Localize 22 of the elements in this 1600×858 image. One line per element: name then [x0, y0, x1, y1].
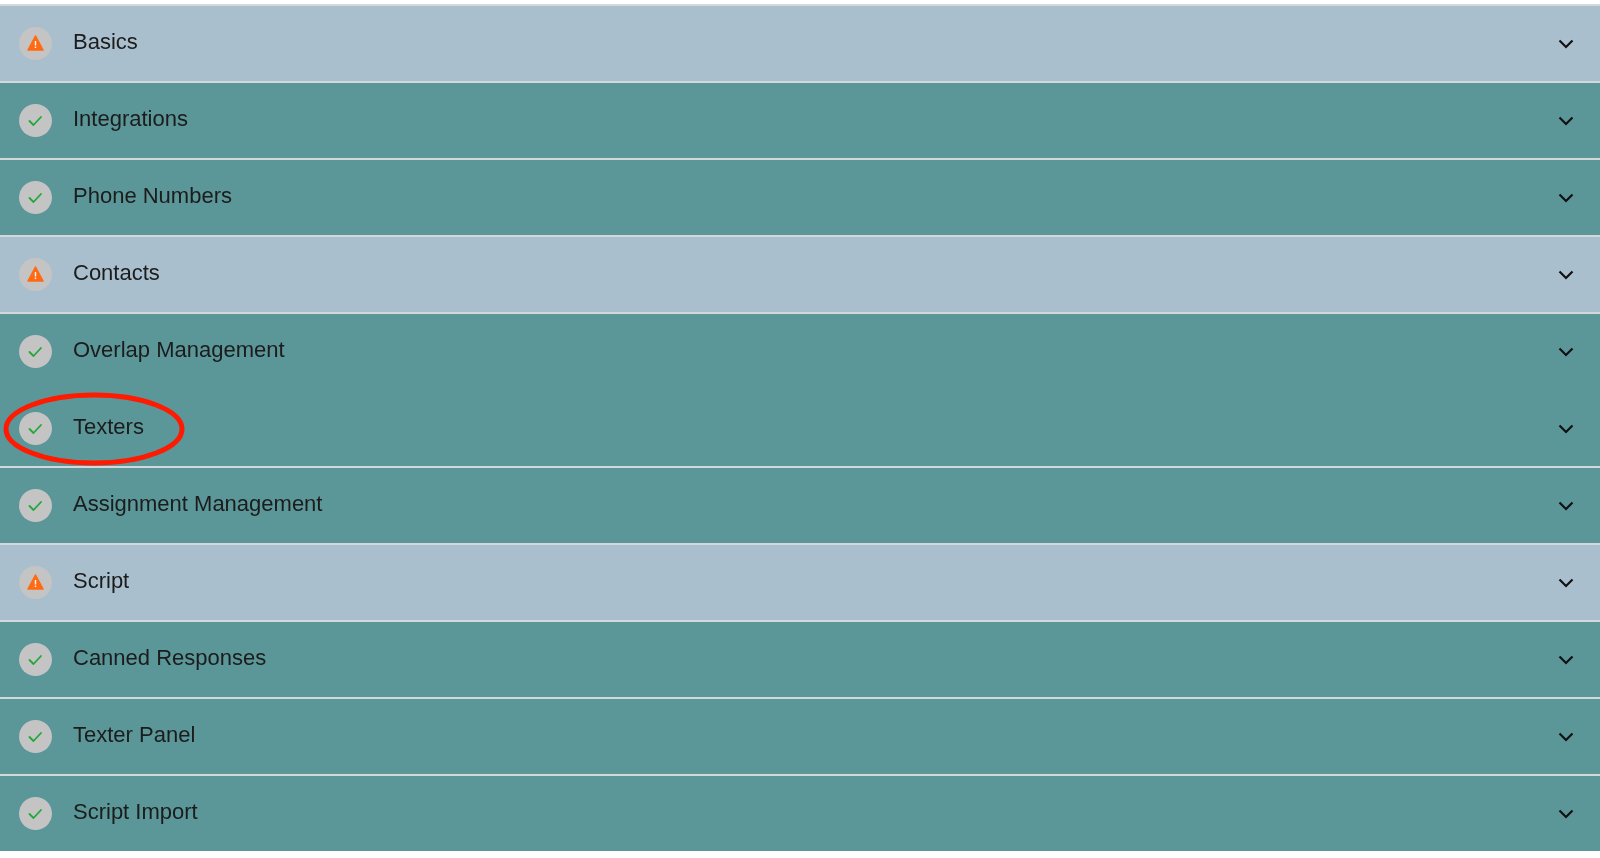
accordion-header[interactable]: Assignment Management	[0, 468, 1600, 543]
accordion-header[interactable]: Phone Numbers	[0, 160, 1600, 235]
check-icon	[19, 643, 52, 676]
warning-icon	[19, 27, 52, 60]
accordion-header[interactable]: Contacts	[0, 237, 1600, 312]
accordion-header[interactable]: Integrations	[0, 83, 1600, 158]
check-icon	[19, 412, 52, 445]
accordion-header[interactable]: Overlap Management	[0, 314, 1600, 389]
check-icon	[19, 489, 52, 522]
accordion-header[interactable]: Texters	[0, 389, 1600, 466]
check-icon	[19, 335, 52, 368]
accordion-header[interactable]: Texter Panel	[0, 699, 1600, 774]
accordion-header[interactable]: Basics	[0, 6, 1600, 81]
warning-icon	[19, 566, 52, 599]
accordion-header[interactable]: Script Import	[0, 776, 1600, 851]
accordion-header[interactable]: Canned Responses	[0, 622, 1600, 697]
check-icon	[19, 720, 52, 753]
accordion-header[interactable]: Script	[0, 545, 1600, 620]
check-icon	[19, 104, 52, 137]
check-icon	[19, 797, 52, 830]
warning-icon	[19, 258, 52, 291]
check-icon	[19, 181, 52, 214]
